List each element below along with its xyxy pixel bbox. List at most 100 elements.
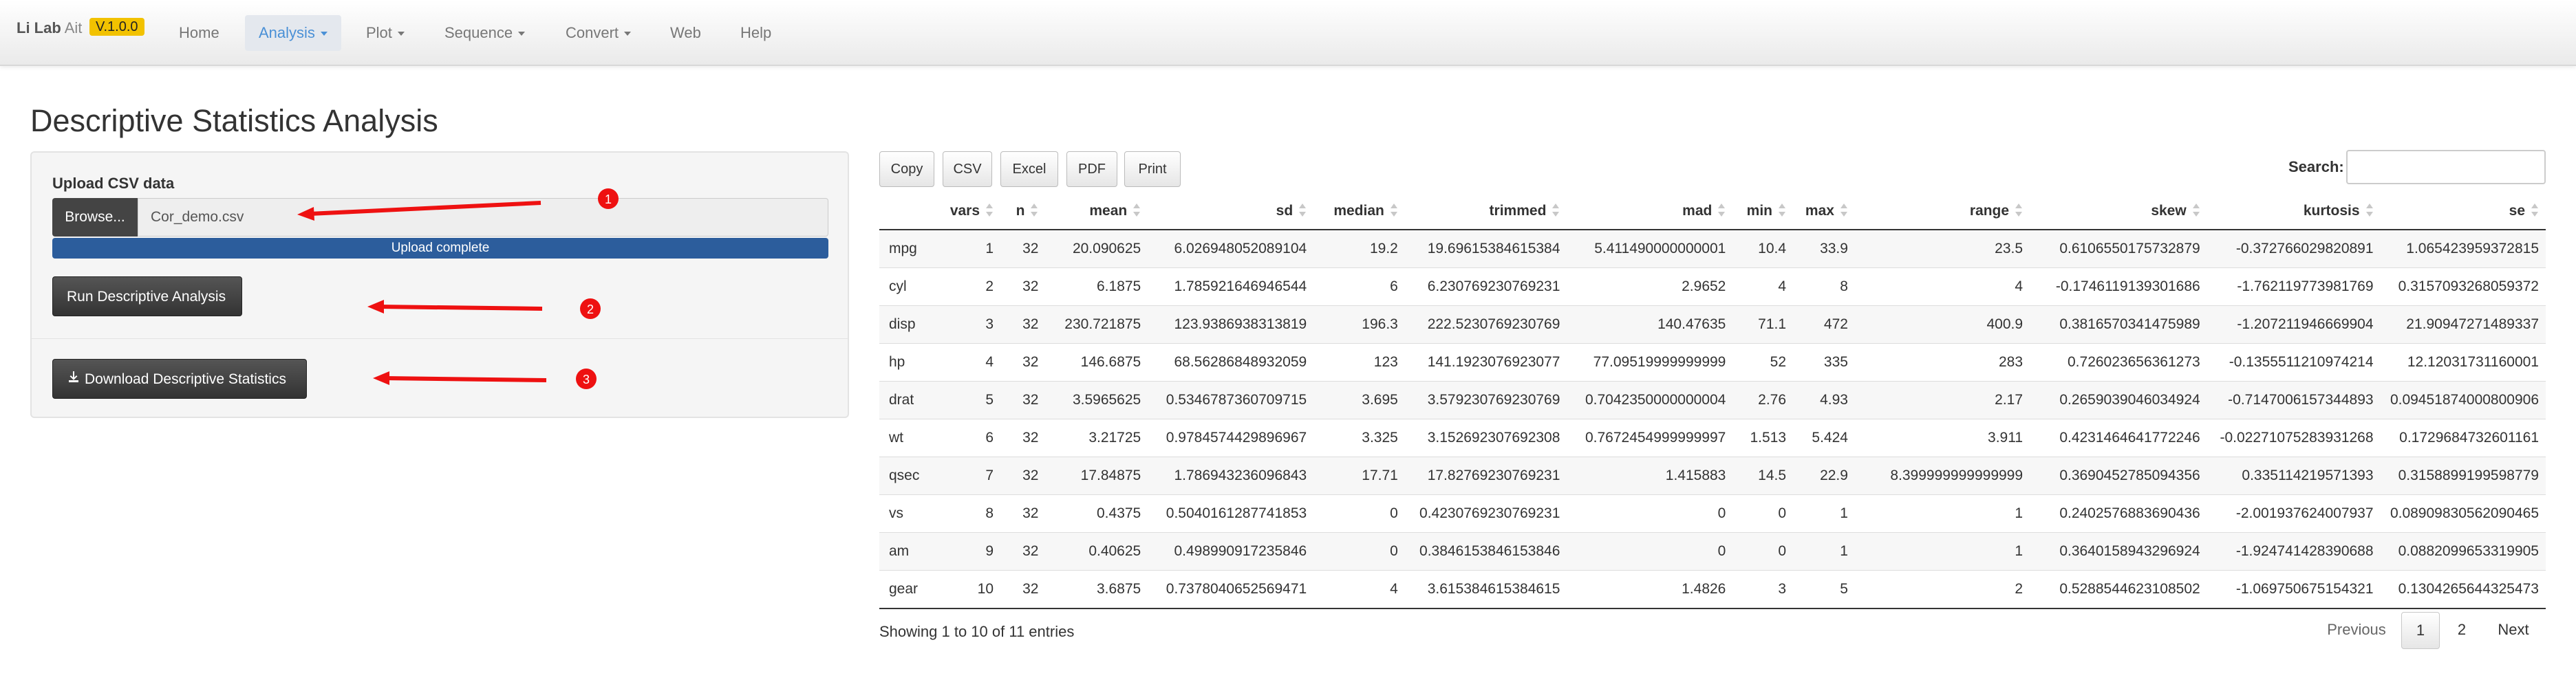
sort-icon bbox=[1390, 204, 1398, 219]
row-name-cell: drat bbox=[879, 380, 927, 419]
column-header-min[interactable]: min bbox=[1732, 193, 1794, 230]
table-cell: 123.9386938313819 bbox=[1148, 305, 1314, 343]
csv-button[interactable]: CSV bbox=[943, 151, 992, 187]
sort-icon bbox=[1778, 204, 1786, 219]
table-cell: 0 bbox=[1732, 531, 1794, 570]
file-name-field[interactable]: Cor_demo.csv bbox=[138, 198, 828, 237]
table-cell: 0.6106550175732879 bbox=[2030, 229, 2207, 267]
table-cell: -1.762119773981769 bbox=[2207, 267, 2381, 305]
table-cell: 0.0882099653319905 bbox=[2380, 531, 2546, 570]
column-header-sd[interactable]: sd bbox=[1148, 193, 1314, 230]
table-row[interactable]: drat 5 32 3.5965625 0.5346787360709715 3.695 3… bbox=[879, 380, 2546, 419]
table-cell: 6 bbox=[927, 418, 1001, 457]
sort-icon bbox=[985, 204, 994, 219]
column-header-median[interactable]: median bbox=[1313, 193, 1405, 230]
search-input[interactable] bbox=[2346, 150, 2546, 184]
column-header-kurtosis[interactable]: kurtosis bbox=[2207, 193, 2381, 230]
table-cell: 0.7672454999999997 bbox=[1567, 418, 1733, 457]
row-name-cell: vs bbox=[879, 494, 927, 532]
table-cell: 8.399999999999999 bbox=[1854, 456, 2030, 494]
pagination-page-2[interactable]: 2 bbox=[2448, 612, 2476, 649]
column-header-max[interactable]: max bbox=[1793, 193, 1855, 230]
table-bottom-border bbox=[879, 608, 2546, 609]
sort-icon bbox=[1552, 204, 1560, 219]
table-row[interactable]: hp 4 32 146.6875 68.56286848932059 123 141.192… bbox=[879, 342, 2546, 381]
table-cell: 0 bbox=[1567, 494, 1733, 532]
nav-analysis[interactable]: Analysis bbox=[245, 15, 341, 51]
table-cell: 3 bbox=[1732, 569, 1794, 608]
download-icon bbox=[69, 371, 78, 382]
table-cell: 3.5965625 bbox=[1045, 380, 1148, 419]
divider bbox=[32, 338, 848, 339]
pdf-button[interactable]: PDF bbox=[1066, 151, 1117, 187]
table-cell: 0.9784574429896967 bbox=[1148, 418, 1314, 457]
column-header-label: vars bbox=[949, 202, 980, 219]
table-cell: 32 bbox=[1000, 531, 1046, 570]
column-header-label: se bbox=[2509, 202, 2525, 219]
pagination-previous[interactable]: Previous bbox=[2319, 612, 2394, 649]
column-header-se[interactable]: se bbox=[2380, 193, 2546, 230]
table-cell: 0 bbox=[1313, 494, 1405, 532]
nav-home[interactable]: Home bbox=[165, 15, 233, 51]
search-label: Search: bbox=[2288, 158, 2344, 175]
run-analysis-button[interactable]: Run Descriptive Analysis bbox=[52, 276, 242, 316]
table-cell: -0.1746119139301686 bbox=[2030, 267, 2207, 305]
table-cell: 3.695 bbox=[1313, 380, 1405, 419]
nav-plot[interactable]: Plot bbox=[352, 15, 418, 51]
pagination-page-1[interactable]: 1 bbox=[2401, 612, 2440, 649]
table-row[interactable]: wt 6 32 3.21725 0.9784574429896967 3.325 3.152… bbox=[879, 418, 2546, 457]
table-cell: 0.3640158943296924 bbox=[2030, 531, 2207, 570]
column-header-skew[interactable]: skew bbox=[2030, 193, 2207, 230]
table-cell: 1.065423959372815 bbox=[2380, 229, 2546, 267]
table-cell: 23.5 bbox=[1854, 229, 2030, 267]
statistics-table: vars n mean sd median trimmed mad min max range sk… bbox=[879, 193, 2546, 608]
table-cell: 6.230769230769231 bbox=[1404, 267, 1567, 305]
nav-web[interactable]: Web bbox=[656, 15, 715, 51]
browse-button[interactable]: Browse... bbox=[52, 198, 138, 237]
nav-sequence-label: Sequence bbox=[444, 24, 513, 41]
table-row[interactable]: qsec 7 32 17.84875 1.786943236096843 17.71 17.… bbox=[879, 456, 2546, 494]
table-row[interactable]: am 9 32 0.40625 0.498990917235846 0 0.38461538… bbox=[879, 531, 2546, 570]
column-header-range[interactable]: range bbox=[1854, 193, 2030, 230]
table-cell: 19.69615384615384 bbox=[1404, 229, 1567, 267]
table-cell: 17.71 bbox=[1313, 456, 1405, 494]
table-cell: 3 bbox=[927, 305, 1001, 343]
table-cell: 5 bbox=[1793, 569, 1855, 608]
column-header-mean[interactable]: mean bbox=[1045, 193, 1148, 230]
table-cell: 3.615384615384615 bbox=[1404, 569, 1567, 608]
nav-convert[interactable]: Convert bbox=[552, 15, 645, 51]
nav-help[interactable]: Help bbox=[727, 15, 785, 51]
table-row[interactable]: cyl 2 32 6.1875 1.785921646946544 6 6.23076923… bbox=[879, 267, 2546, 305]
column-header-rowname[interactable] bbox=[879, 193, 927, 230]
row-name-cell: cyl bbox=[879, 267, 927, 305]
table-cell: 1 bbox=[1854, 531, 2030, 570]
table-cell: -0.7147006157344893 bbox=[2207, 380, 2381, 419]
table-cell: 0.4375 bbox=[1045, 494, 1148, 532]
table-cell: 3.911 bbox=[1854, 418, 2030, 457]
table-cell: 0.40625 bbox=[1045, 531, 1148, 570]
table-cell: 0.5346787360709715 bbox=[1148, 380, 1314, 419]
table-cell: 14.5 bbox=[1732, 456, 1794, 494]
table-cell: 2.76 bbox=[1732, 380, 1794, 419]
column-header-vars[interactable]: vars bbox=[927, 193, 1001, 230]
copy-button[interactable]: Copy bbox=[879, 151, 934, 187]
pagination-next[interactable]: Next bbox=[2489, 612, 2537, 649]
print-button[interactable]: Print bbox=[1124, 151, 1181, 187]
column-header-trimmed[interactable]: trimmed bbox=[1404, 193, 1567, 230]
table-cell: 32 bbox=[1000, 305, 1046, 343]
excel-button[interactable]: Excel bbox=[1000, 151, 1058, 187]
table-cell: 0.4231464641772246 bbox=[2030, 418, 2207, 457]
brand-logo[interactable]: Li Lab Ait bbox=[17, 19, 82, 37]
column-header-n[interactable]: n bbox=[1000, 193, 1046, 230]
table-row[interactable]: vs 8 32 0.4375 0.5040161287741853 0 0.42307692… bbox=[879, 494, 2546, 532]
column-header-mad[interactable]: mad bbox=[1567, 193, 1733, 230]
table-row[interactable]: gear 10 32 3.6875 0.7378040652569471 4 3.61538… bbox=[879, 569, 2546, 608]
nav-sequence[interactable]: Sequence bbox=[431, 15, 539, 51]
table-cell: 71.1 bbox=[1732, 305, 1794, 343]
table-cell: 3.6875 bbox=[1045, 569, 1148, 608]
table-row[interactable]: disp 3 32 230.721875 123.9386938313819 196.3 2… bbox=[879, 305, 2546, 343]
column-header-label: n bbox=[1016, 202, 1025, 219]
download-button[interactable]: Download Descriptive Statistics bbox=[52, 359, 307, 399]
table-cell: 222.5230769230769 bbox=[1404, 305, 1567, 343]
table-row[interactable]: mpg 1 32 20.090625 6.026948052089104 19.2 19.6… bbox=[879, 229, 2546, 267]
